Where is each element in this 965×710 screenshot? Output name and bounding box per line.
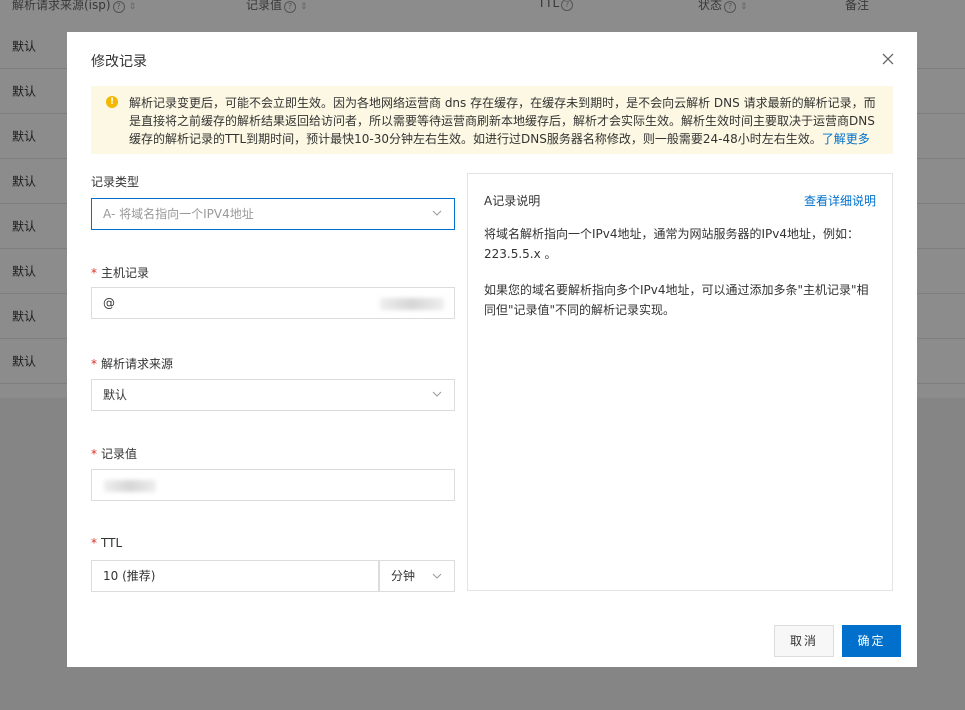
notice-banner: ! 解析记录变更后，可能不会立即生效。因为各地网络运营商 dns 存在缓存，在缓… [91, 86, 893, 154]
source-select[interactable]: 默认 [91, 379, 455, 411]
record-type-label: 记录类型 [91, 175, 140, 189]
host-label: * 主机记录 [91, 266, 150, 280]
chevron-down-icon [432, 210, 442, 216]
chevron-down-icon [432, 573, 442, 579]
host-input[interactable]: @ [91, 287, 455, 319]
view-details-link[interactable]: 查看详细说明 [804, 192, 876, 209]
help-text-1: 将域名解析指向一个IPv4地址，通常为网站服务器的IPv4地址，例如：223.5… [484, 227, 860, 261]
ttl-input[interactable]: 10 (推荐) [91, 560, 379, 592]
close-icon[interactable] [881, 52, 895, 66]
confirm-button[interactable]: 确定 [842, 625, 901, 657]
notice-text: 解析记录变更后，可能不会立即生效。因为各地网络运营商 dns 存在缓存，在缓存未… [129, 96, 876, 146]
ttl-unit-select[interactable]: 分钟 [379, 560, 455, 592]
record-type-help-panel: A记录说明 查看详细说明 将域名解析指向一个IPv4地址，通常为网站服务器的IP… [467, 173, 893, 591]
redacted-domain [380, 298, 444, 310]
edit-record-dialog: 修改记录 ! 解析记录变更后，可能不会立即生效。因为各地网络运营商 dns 存在… [67, 32, 917, 667]
dialog-title: 修改记录 [91, 54, 147, 70]
help-panel-title: A记录说明 [484, 194, 541, 208]
record-value-label: * 记录值 [91, 447, 138, 461]
warning-icon: ! [106, 96, 118, 108]
learn-more-link[interactable]: 了解更多 [822, 132, 870, 146]
cancel-button[interactable]: 取消 [774, 625, 834, 657]
ttl-label: * TTL [91, 536, 123, 550]
record-value-input[interactable] [91, 469, 455, 501]
help-text-2: 如果您的域名要解析指向多个IPv4地址，可以通过添加多条"主机记录"相同但"记录… [484, 283, 869, 317]
chevron-down-icon [432, 391, 442, 397]
source-label: * 解析请求来源 [91, 357, 174, 371]
redacted-value [104, 480, 156, 492]
record-type-select[interactable]: A- 将域名指向一个IPV4地址 [91, 198, 455, 230]
